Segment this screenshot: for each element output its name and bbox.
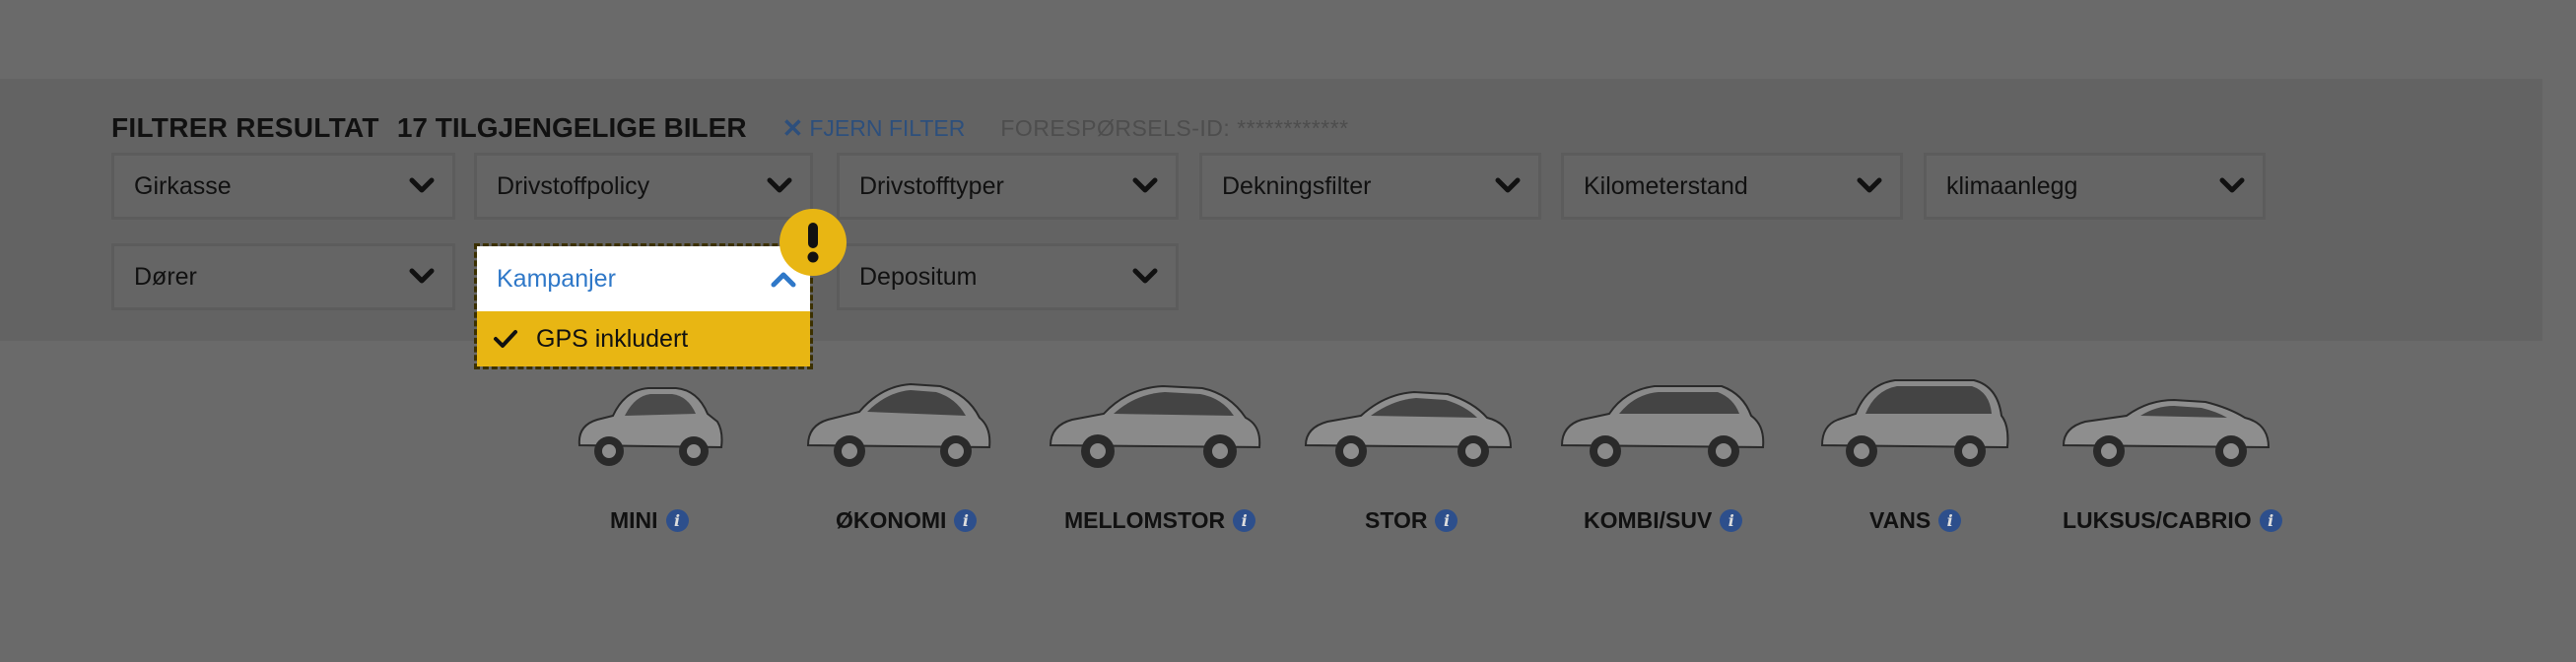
chevron-down-icon [1857,177,1882,193]
info-icon[interactable]: i [954,508,978,532]
car-okonomi-icon [806,382,991,467]
car-image-stor[interactable] [1299,355,1520,471]
dropdown-label: Dekningsfilter [1222,171,1372,200]
car-image-luksus-cabrio[interactable] [2055,355,2279,471]
dropdown-option-gps-inkludert[interactable]: GPS inkludert [477,311,810,366]
category-mini[interactable]: MINI i [610,505,689,535]
checkmark-icon [494,330,517,348]
info-icon[interactable]: i [1720,508,1743,532]
car-image-mellomstor[interactable] [1043,355,1269,471]
category-vans[interactable]: VANS i [1869,505,1962,535]
dropdown-label: Girkasse [134,171,232,200]
dropdown-kampanjer-header[interactable]: Kampanjer [477,246,810,311]
filter-dropdown-kilometerstand[interactable]: Kilometerstand [1561,153,1903,220]
info-icon[interactable]: i [1435,508,1458,532]
filter-dropdown-dorer[interactable]: Dører [111,243,455,310]
category-kombi-suv[interactable]: KOMBI/SUV i [1584,505,1743,535]
category-label: KOMBI/SUV [1584,506,1713,533]
car-stor-icon [1304,390,1513,467]
car-image-okonomi[interactable] [801,355,998,471]
category-label: VANS [1869,506,1932,533]
exclamation-icon [780,209,847,276]
info-icon[interactable]: i [1233,508,1256,532]
option-label: GPS inkludert [536,324,689,353]
category-okonomi[interactable]: ØKONOMI i [836,505,978,535]
filter-dropdown-kampanjer-open[interactable]: Kampanjer GPS inkludert [474,243,813,369]
category-luksus-cabrio[interactable]: LUKSUS/CABRIO i [2063,505,2282,535]
car-luksus-cabrio-icon [2062,398,2271,467]
category-label: STOR [1365,506,1428,533]
category-label: ØKONOMI [836,506,947,533]
car-image-mini[interactable] [564,355,733,471]
dropdown-label: Kilometerstand [1584,171,1748,200]
dropdown-label: Depositum [859,262,978,291]
category-label: MELLOMSTOR [1064,506,1226,533]
filter-dropdown-dekningsfilter[interactable]: Dekningsfilter [1199,153,1541,220]
car-image-vans[interactable] [1813,355,2016,471]
chevron-down-icon [1495,177,1521,193]
close-icon: ✕ [781,112,804,143]
dropdown-label: Drivstofftyper [859,171,1004,200]
car-mini-icon [577,387,723,466]
category-label: MINI [610,506,658,533]
chevron-up-icon [771,272,796,288]
dropdown-label: Drivstoffpolicy [497,171,650,200]
filter-dropdown-depositum[interactable]: Depositum [837,243,1179,310]
info-icon[interactable]: i [2259,508,2282,532]
dropdown-label: klimaanlegg [1946,171,2078,200]
filter-dropdown-girkasse[interactable]: Girkasse [111,153,455,220]
exclamation-glyph [807,223,819,263]
filter-title: FILTRER RESULTAT [111,112,379,143]
filter-dropdown-drivstofftyper[interactable]: Drivstofftyper [837,153,1179,220]
checkbox[interactable] [489,322,522,356]
car-mellomstor-icon [1049,384,1261,468]
car-vans-icon [1820,379,2009,467]
chevron-down-icon [409,177,435,193]
filter-dropdown-drivstoffpolicy[interactable]: Drivstoffpolicy [474,153,813,220]
chevron-down-icon [1132,177,1158,193]
car-kombi-suv-icon [1560,385,1765,467]
chevron-down-icon [1132,268,1158,284]
chevron-down-icon [767,177,792,193]
clear-filter-link[interactable]: ✕ FJERN FILTER [782,113,966,144]
available-cars-count: 17 TILGJENGELIGE BILER [396,112,747,143]
clear-filter-label: FJERN FILTER [809,114,966,141]
dropdown-label: Dører [134,262,197,291]
filter-dropdown-klimaanlegg[interactable]: klimaanlegg [1924,153,2266,220]
category-stor[interactable]: STOR i [1365,505,1458,535]
chevron-down-icon [2219,177,2245,193]
request-id: FORESPØRSELS-ID: ************ [1000,114,1349,141]
filter-header: FILTRER RESULTAT 17 TILGJENGELIGE BILER … [111,111,1349,145]
chevron-down-icon [409,268,435,284]
dropdown-label: Kampanjer [497,264,616,293]
info-icon[interactable]: i [665,508,689,532]
info-icon[interactable]: i [1938,508,1962,532]
car-image-kombi-suv[interactable] [1555,355,1770,471]
category-mellomstor[interactable]: MELLOMSTOR i [1064,505,1256,535]
category-label: LUKSUS/CABRIO [2063,506,2252,533]
